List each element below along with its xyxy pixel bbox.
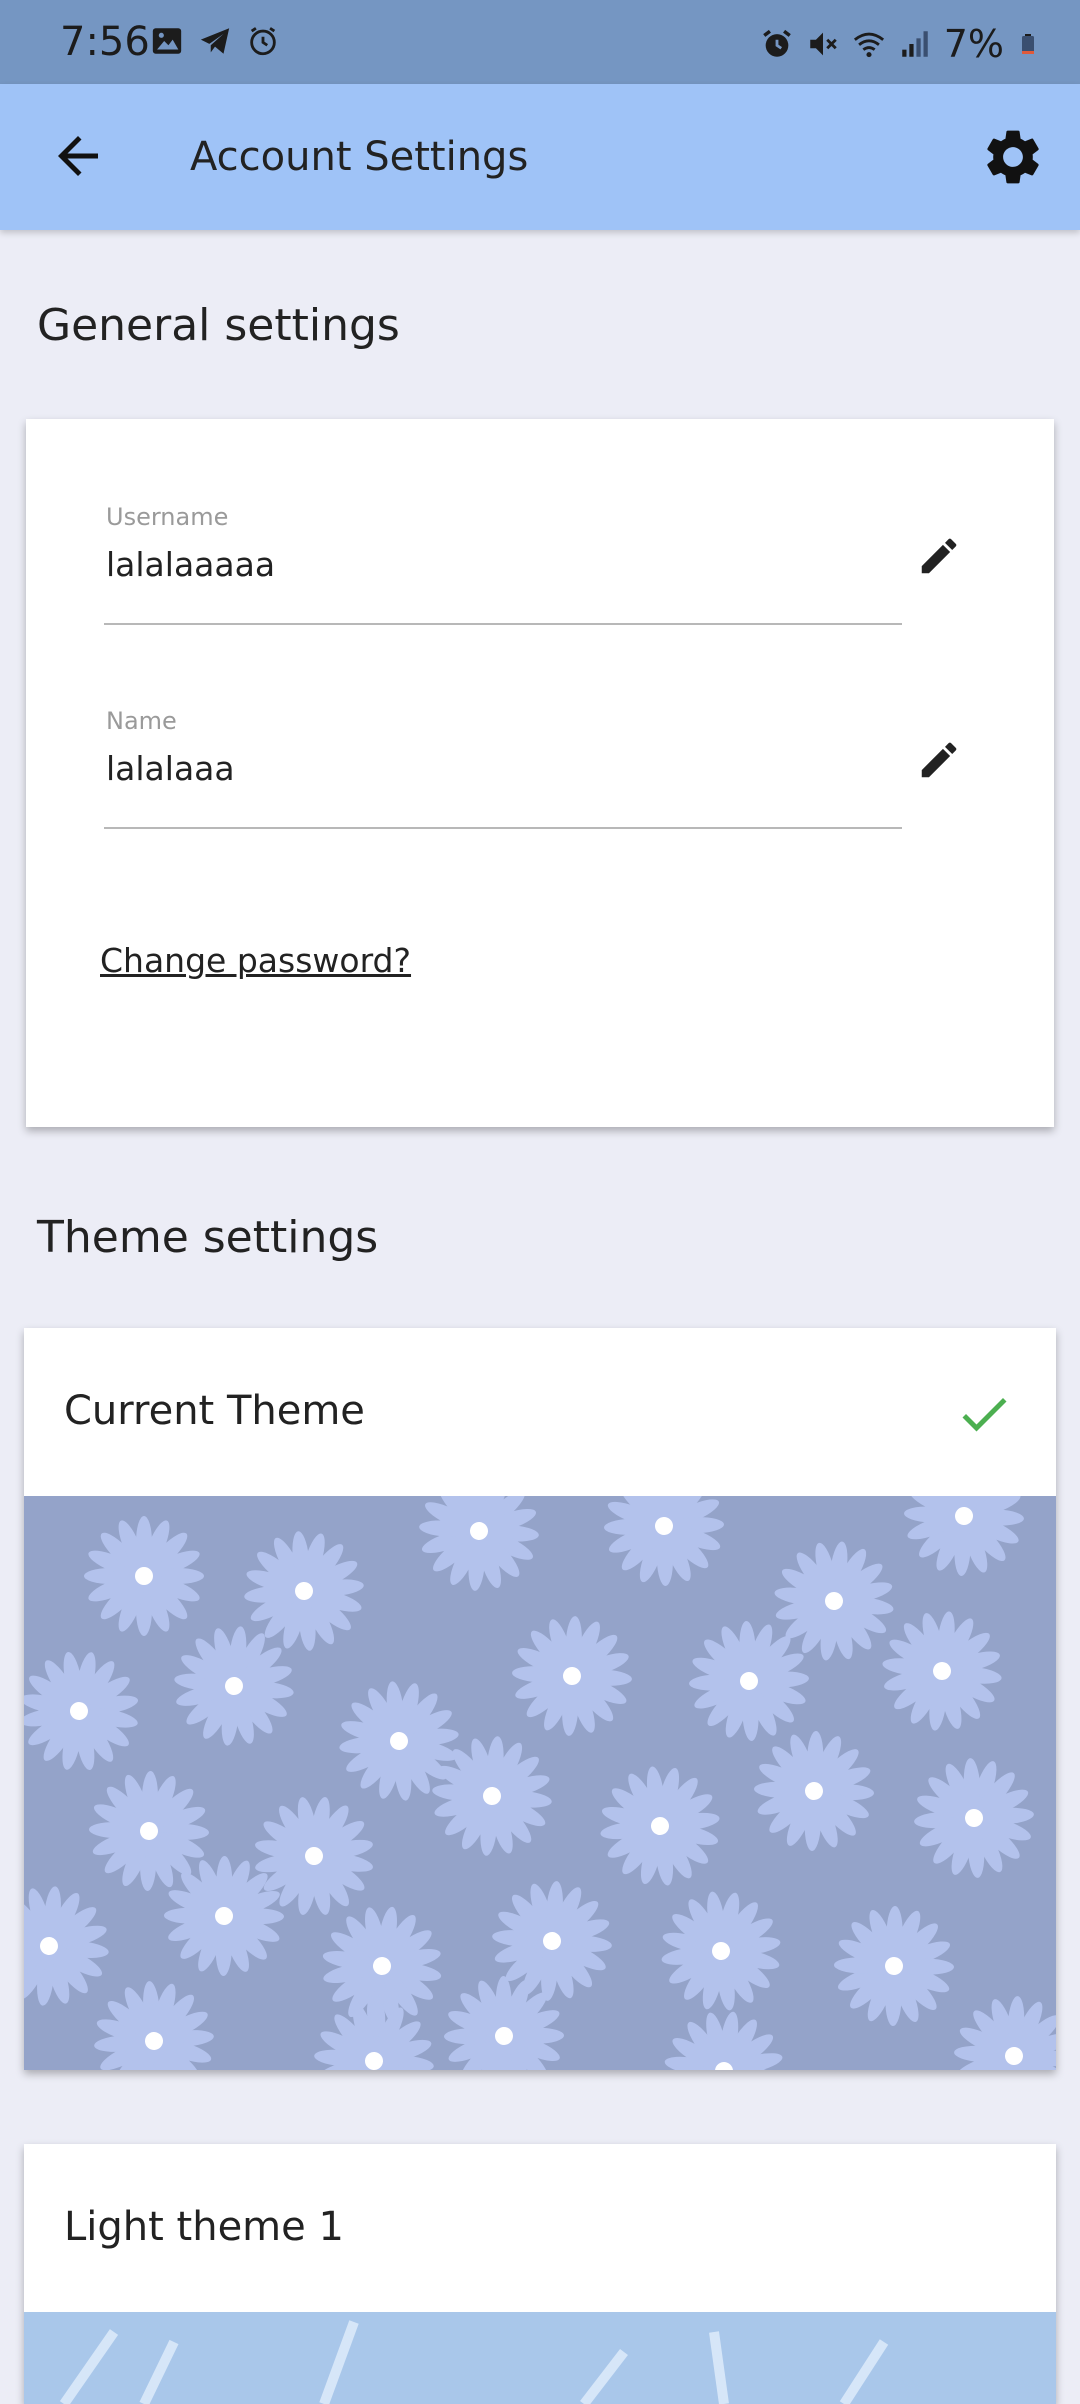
page-title: Account Settings xyxy=(190,134,529,180)
daisy-flower xyxy=(661,1891,781,2011)
image-icon xyxy=(152,28,182,54)
theme-card-title: Current Theme xyxy=(64,1388,365,1434)
daisy-flower xyxy=(664,2011,784,2070)
general-settings-heading: General settings xyxy=(37,300,400,351)
mute-icon xyxy=(809,32,837,56)
name-label: Name xyxy=(106,707,177,735)
daisy-pattern xyxy=(24,1496,1056,2070)
daisy-flower xyxy=(882,1611,1002,1731)
daisy-flower xyxy=(84,1516,204,1636)
general-settings-card: Username lalalaaaaa Name lalalaaa Change… xyxy=(26,419,1054,1127)
status-right-icons: 7% xyxy=(760,22,1040,66)
theme-preview-light-image xyxy=(24,2312,1056,2404)
battery-percent: 7% xyxy=(943,22,1004,66)
status-bar: 7:56 7% xyxy=(0,0,1080,84)
name-value[interactable]: lalalaaa xyxy=(106,747,235,791)
daisy-flower xyxy=(954,1996,1056,2070)
daisy-flower xyxy=(24,1886,109,2006)
theme-card-title: Light theme 1 xyxy=(64,2204,344,2250)
daisy-flower xyxy=(754,1731,874,1851)
battery-icon xyxy=(1022,34,1034,54)
theme-card-header: Light theme 1 xyxy=(24,2144,1056,2312)
check-icon xyxy=(962,1398,1007,1432)
name-field[interactable]: Name lalalaaa xyxy=(104,705,902,845)
username-underline xyxy=(104,623,902,625)
status-time: 7:56 xyxy=(60,19,150,65)
theme-settings-heading: Theme settings xyxy=(37,1212,379,1263)
daisy-flower xyxy=(314,2001,434,2070)
daisy-flower xyxy=(24,1651,139,1771)
daisy-flower xyxy=(94,1981,214,2070)
username-field[interactable]: Username lalalaaaaa xyxy=(104,501,902,641)
wifi-icon xyxy=(853,32,884,58)
username-value[interactable]: lalalaaaaa xyxy=(106,543,275,587)
username-label: Username xyxy=(106,503,229,531)
theme-card-light-1[interactable]: Light theme 1 xyxy=(24,2144,1056,2404)
status-left-icons xyxy=(150,24,280,58)
name-underline xyxy=(104,827,902,829)
theme-card-header: Current Theme xyxy=(24,1328,1056,1496)
daisy-flower xyxy=(914,1758,1034,1878)
edit-username-pencil-icon[interactable] xyxy=(916,533,962,579)
telegram-icon xyxy=(200,28,230,54)
theme-preview-daisy-image xyxy=(24,1496,1056,2070)
alarm-icon xyxy=(250,27,276,56)
change-password-link[interactable]: Change password? xyxy=(100,939,411,983)
daisy-flower xyxy=(604,1496,724,1586)
arrow-left-icon[interactable] xyxy=(48,126,108,186)
theme-card-current[interactable]: Current Theme xyxy=(24,1328,1056,2070)
alarm-icon xyxy=(762,29,791,57)
daisy-flower xyxy=(600,1766,720,1886)
app-bar: Account Settings xyxy=(0,84,1080,230)
signal-icon xyxy=(901,31,928,57)
daisy-flower xyxy=(512,1616,632,1736)
daisy-flower xyxy=(834,1906,954,2026)
gear-icon[interactable] xyxy=(980,124,1046,190)
daisy-flower xyxy=(419,1496,539,1591)
daisy-flower xyxy=(904,1496,1024,1576)
leaf-pattern xyxy=(59,2320,889,2404)
edit-name-pencil-icon[interactable] xyxy=(916,737,962,783)
